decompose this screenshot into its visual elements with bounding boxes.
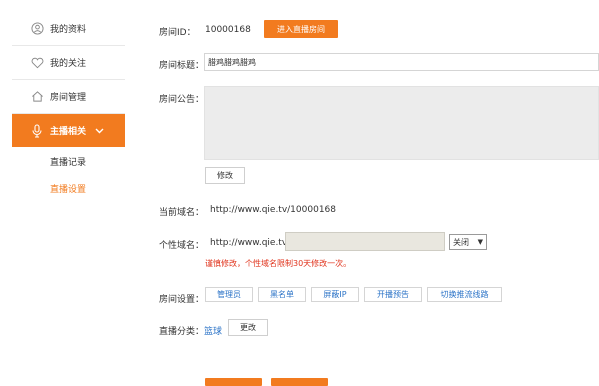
room-title-label: 房间标题： [159, 61, 205, 71]
custom-domain-select[interactable]: 关闭 ▼ [449, 234, 487, 250]
sidebar-subitem-label: 直播记录 [50, 157, 87, 168]
sidebar-item-following[interactable]: 我的关注 [12, 46, 125, 80]
heart-icon [30, 56, 44, 70]
chevron-down-icon [95, 128, 104, 134]
save-button[interactable] [205, 378, 262, 386]
custom-domain-warning: 谨慎修改，个性域名限制30天修改一次。 [205, 259, 352, 268]
sidebar-item-anchor[interactable]: 主播相关 [12, 114, 125, 147]
dropdown-arrow-icon: ▼ [477, 238, 483, 246]
live-category-value[interactable]: 篮球 [204, 324, 222, 337]
sidebar-item-room-management[interactable]: 房间管理 [12, 80, 125, 114]
block-ip-button[interactable]: 屏蔽IP [311, 287, 359, 302]
room-notice-textarea[interactable] [204, 86, 599, 160]
current-domain-value: http://www.qie.tv/10000168 [210, 205, 336, 215]
sidebar: 我的资料 我的关注 房间管理 主播相关 直播记录 直播设置 [0, 0, 137, 386]
live-preview-button[interactable]: 开播预告 [364, 287, 422, 302]
change-category-button[interactable]: 更改 [228, 319, 268, 336]
microphone-icon [30, 123, 44, 138]
room-notice-label: 房间公告： [159, 95, 205, 105]
sidebar-subitem-label: 直播设置 [50, 184, 87, 195]
enter-room-button[interactable]: 进入直播房间 [264, 20, 338, 38]
live-category-label: 直播分类： [159, 327, 205, 337]
custom-domain-input[interactable] [285, 232, 445, 251]
room-settings-label: 房间设置： [159, 295, 205, 305]
home-icon [30, 90, 44, 104]
sidebar-item-label: 房间管理 [50, 93, 87, 103]
sidebar-subitem-live-records[interactable]: 直播记录 [12, 148, 125, 174]
sidebar-item-label: 我的资料 [50, 25, 87, 35]
modify-notice-button[interactable]: 修改 [205, 167, 245, 184]
sidebar-subitem-live-settings[interactable]: 直播设置 [12, 175, 125, 201]
admin-button[interactable]: 管理员 [205, 287, 253, 302]
switch-stream-line-button[interactable]: 切换推流线路 [427, 287, 502, 302]
sidebar-item-label: 主播相关 [50, 127, 87, 137]
custom-domain-label: 个性域名： [159, 241, 205, 251]
cancel-button[interactable] [271, 378, 328, 386]
room-id-label: 房间ID： [159, 28, 196, 38]
sidebar-item-label: 我的关注 [50, 59, 87, 69]
blacklist-button[interactable]: 黑名单 [258, 287, 306, 302]
sidebar-item-profile[interactable]: 我的资料 [12, 12, 125, 46]
room-id-value: 10000168 [205, 25, 251, 35]
custom-domain-prefix: http://www.qie.tv/ [210, 238, 291, 248]
select-value: 关闭 [453, 237, 469, 247]
user-icon [30, 22, 44, 36]
room-title-input[interactable]: 腊鸡腊鸡腊鸡 [204, 53, 599, 71]
current-domain-label: 当前域名： [159, 208, 205, 218]
